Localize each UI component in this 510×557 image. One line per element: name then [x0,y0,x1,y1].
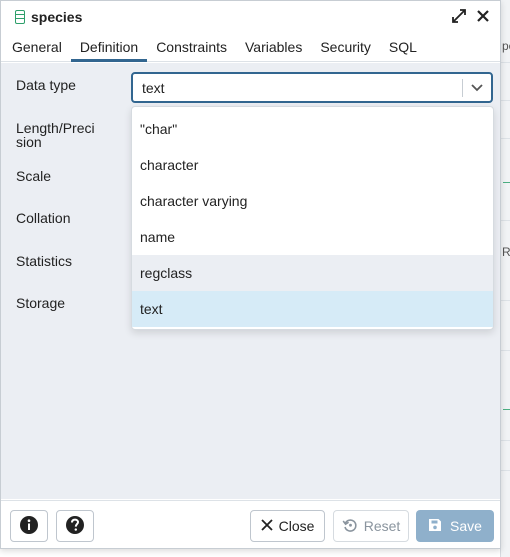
collation-label: Collation [16,210,71,226]
close-x-icon [260,518,273,534]
definition-form: Data type Length/Preci sion Scale Collat… [1,63,500,499]
tab-bar: General Definition Constraints Variables… [1,34,500,62]
edit-column-dialog: species General Definition Constraints V… [0,0,501,549]
save-button-label: Save [450,518,482,534]
close-button-label: Close [278,518,315,534]
tab-general[interactable]: General [3,34,71,62]
dropdown-option[interactable]: "char" [132,111,493,147]
info-icon [19,515,39,538]
chevron-down-icon[interactable] [463,74,491,101]
save-icon [428,518,442,535]
data-type-dropdown-menu: "char" character character varying name … [131,106,494,330]
reset-button-label: Reset [363,518,401,534]
data-type-label: Data type [16,77,76,93]
tab-variables[interactable]: Variables [236,34,311,62]
dropdown-option[interactable]: name [132,219,493,255]
close-icon[interactable] [476,7,490,25]
background-app: pe Re [500,0,510,557]
dialog-titlebar[interactable]: species [1,1,500,32]
length-precision-label: Length/Preci sion [16,120,95,150]
dialog-footer: Close Reset Save [1,500,500,548]
reset-icon [342,517,358,536]
scale-label: Scale [16,168,52,184]
reset-button[interactable]: Reset [333,510,409,542]
expand-icon[interactable] [452,7,466,25]
dropdown-option[interactable]: character varying [132,183,493,219]
data-type-value: text [142,79,165,96]
statistics-label: Statistics [16,253,73,269]
background-row-fragment: Re [502,245,510,259]
help-icon [65,515,85,538]
save-button[interactable]: Save [416,510,494,542]
tab-security[interactable]: Security [311,34,380,62]
background-header-fragment: pe [502,39,510,53]
data-type-select[interactable]: text [131,72,493,103]
dropdown-option-hovered[interactable]: regclass [132,255,493,291]
close-button[interactable]: Close [250,510,325,542]
table-icon [15,9,25,24]
tab-constraints[interactable]: Constraints [147,34,236,62]
tab-definition[interactable]: Definition [70,34,148,62]
dialog-title: species [31,8,83,25]
info-button[interactable] [10,510,48,542]
tab-sql[interactable]: SQL [380,34,426,62]
dropdown-option[interactable]: character [132,147,493,183]
help-button[interactable] [56,510,94,542]
storage-label: Storage [16,295,66,311]
dropdown-option-selected[interactable]: text [132,291,493,327]
